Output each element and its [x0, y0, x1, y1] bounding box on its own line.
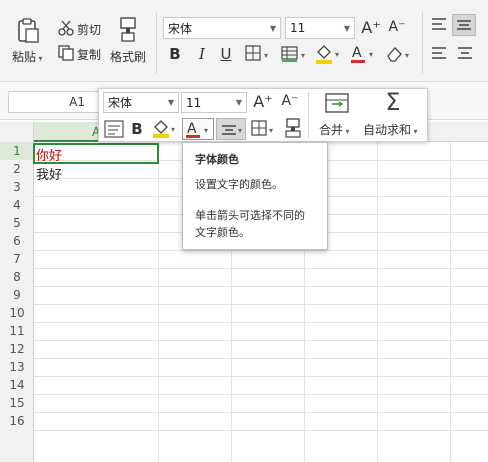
svg-text:▾: ▾: [269, 126, 273, 135]
svg-text:▾: ▾: [238, 126, 242, 135]
row-number[interactable]: 7: [0, 250, 34, 268]
sum-icon[interactable]: Σ: [380, 88, 406, 116]
mini-shrink-font-button[interactable]: A⁻: [279, 90, 301, 112]
mini-grow-font-button[interactable]: A⁺: [252, 90, 274, 112]
row-number[interactable]: 10: [0, 304, 34, 322]
copy-button[interactable]: 复制: [77, 46, 101, 63]
grid-row-line: [34, 412, 488, 413]
svg-text:▾: ▾: [171, 125, 175, 134]
mini-align-center-icon[interactable]: ▾: [216, 118, 246, 140]
grid-row-line: [34, 304, 488, 305]
grid-row-line: [34, 286, 488, 287]
autosum-button[interactable]: 自动求和 ▾: [363, 121, 418, 138]
grid-row-line: [34, 250, 488, 251]
mini-font-size-select[interactable]: 11 ▼: [181, 92, 247, 113]
svg-text:▾: ▾: [204, 126, 208, 135]
merge-button[interactable]: 合并 ▾: [319, 121, 350, 138]
format-painter-button[interactable]: 格式刷: [110, 48, 146, 65]
mini-borders-icon[interactable]: ▾: [251, 120, 277, 138]
mini-font-color-icon[interactable]: A ▾: [182, 118, 214, 140]
font-name-select[interactable]: 宋体 ▼: [163, 17, 281, 39]
format-painter-icon[interactable]: [116, 16, 140, 44]
bold-button[interactable]: B: [165, 43, 185, 65]
underline-button[interactable]: U: [216, 43, 236, 65]
fill-color-icon[interactable]: ▾: [314, 43, 344, 65]
tooltip-line1: 设置文字的颜色。: [195, 178, 283, 191]
grid-row-line: [34, 340, 488, 341]
font-color-icon[interactable]: A ▾: [350, 43, 378, 65]
grid-row-line: [34, 268, 488, 269]
svg-text:▾: ▾: [264, 51, 268, 60]
align-left-icon[interactable]: [430, 45, 448, 61]
svg-text:▾: ▾: [405, 51, 409, 60]
row-number[interactable]: 8: [0, 268, 34, 286]
svg-text:A: A: [352, 45, 362, 61]
italic-button[interactable]: I: [192, 43, 212, 65]
grid-row-line: [34, 394, 488, 395]
tooltip-line2: 单击箭头可选择不同的: [195, 209, 305, 222]
scissors-icon[interactable]: [58, 20, 74, 36]
copy-icon[interactable]: [58, 45, 74, 61]
row-number[interactable]: 16: [0, 412, 34, 430]
row-number[interactable]: 13: [0, 358, 34, 376]
row-number[interactable]: 3: [0, 178, 34, 196]
row-number[interactable]: 4: [0, 196, 34, 214]
svg-text:▾: ▾: [335, 50, 339, 59]
grid-row-line: [34, 430, 488, 431]
wrap-text-icon[interactable]: [104, 120, 124, 138]
svg-text:A: A: [187, 121, 197, 137]
row-number[interactable]: 12: [0, 340, 34, 358]
mini-format-painter-icon[interactable]: [283, 118, 303, 138]
row-number[interactable]: 14: [0, 376, 34, 394]
grow-font-button[interactable]: A⁺: [360, 15, 382, 39]
row-number[interactable]: 2: [0, 160, 34, 178]
ribbon: [0, 0, 488, 82]
row-number[interactable]: 15: [0, 394, 34, 412]
name-box[interactable]: A1: [8, 91, 104, 113]
merge-icon[interactable]: [324, 92, 350, 116]
font-color-tooltip: 字体颜色 设置文字的颜色。 单击箭头可选择不同的 文字颜色。: [182, 142, 328, 250]
row-number[interactable]: 9: [0, 286, 34, 304]
cell-style-icon[interactable]: ▾: [281, 45, 311, 63]
tooltip-line3: 文字颜色。: [195, 226, 250, 239]
cell-a2[interactable]: 我好: [36, 164, 62, 183]
svg-text:▾: ▾: [369, 50, 373, 59]
row-number[interactable]: 5: [0, 214, 34, 232]
cell-selection: [33, 143, 159, 164]
paste-button[interactable]: 粘贴 ▾: [12, 48, 43, 65]
align-top-icon[interactable]: [430, 16, 448, 32]
grid-row-line: [34, 322, 488, 323]
row-number[interactable]: 1: [0, 142, 34, 160]
shrink-font-button[interactable]: A⁻: [386, 15, 408, 39]
tooltip-title: 字体颜色: [195, 153, 239, 166]
align-middle-icon[interactable]: [452, 14, 476, 36]
borders-icon[interactable]: ▾: [245, 45, 275, 63]
clear-icon[interactable]: ▾: [385, 44, 415, 64]
row-number[interactable]: 6: [0, 232, 34, 250]
row-number[interactable]: 11: [0, 322, 34, 340]
cut-button[interactable]: 剪切: [77, 21, 101, 38]
paste-icon[interactable]: [14, 18, 42, 44]
svg-text:▾: ▾: [301, 51, 305, 60]
mini-fill-color-icon[interactable]: ▾: [151, 118, 179, 140]
grid-row-line: [34, 376, 488, 377]
font-size-select[interactable]: 11 ▼: [285, 17, 355, 39]
align-center-icon[interactable]: [456, 45, 474, 61]
grid-row-line: [34, 358, 488, 359]
mini-bold-button[interactable]: B: [128, 119, 146, 139]
mini-font-name-select[interactable]: 宋体 ▼: [103, 92, 179, 113]
